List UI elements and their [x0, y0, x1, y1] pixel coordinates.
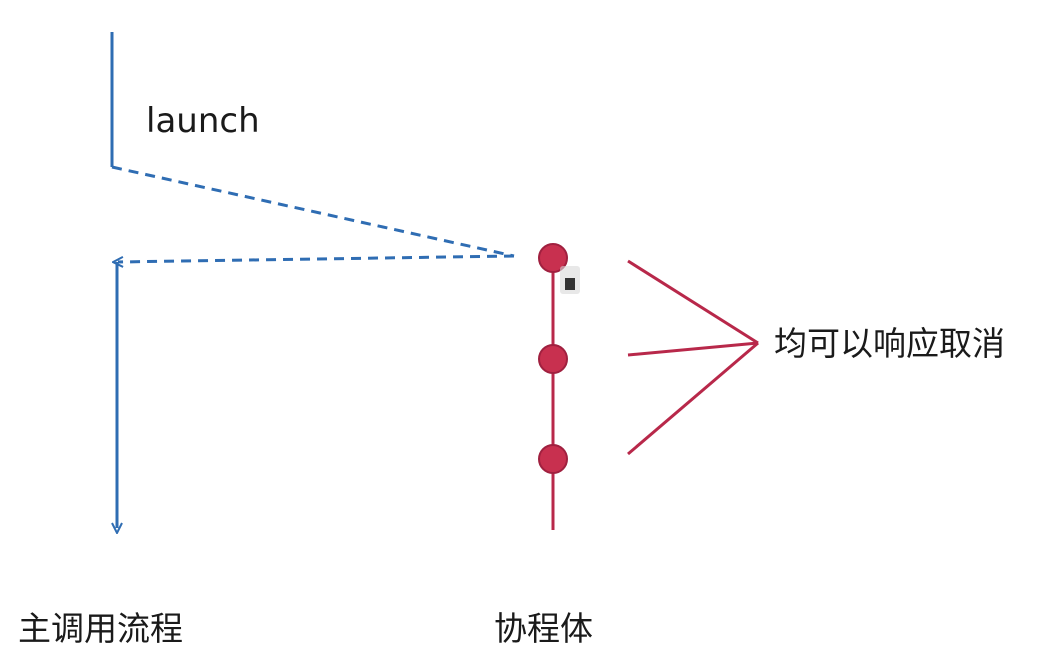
coroutine-cancel-diagram: launch 均可以响应取消 主调用流程 协程体: [0, 0, 1059, 670]
cancel-label: 均可以响应取消: [774, 324, 1005, 363]
cancel-pointer-lines: [627, 259, 759, 456]
return-dashed-arrow: [118, 254, 515, 262]
suspend-point: [538, 444, 568, 474]
coroutine-label: 协程体: [494, 609, 593, 648]
suspend-point: [538, 344, 568, 374]
launch-label: launch: [146, 101, 260, 141]
launch-dashed-arrow: [111, 165, 515, 258]
pointer-line-bottom: [627, 341, 759, 456]
pointer-line-top: [627, 259, 759, 345]
diagram-canvas: launch 均可以响应取消 主调用流程 协程体: [18, 32, 1005, 648]
main-flow-label: 主调用流程: [18, 609, 183, 648]
pointer-line-middle: [627, 341, 759, 357]
cursor-icon: [560, 266, 580, 294]
